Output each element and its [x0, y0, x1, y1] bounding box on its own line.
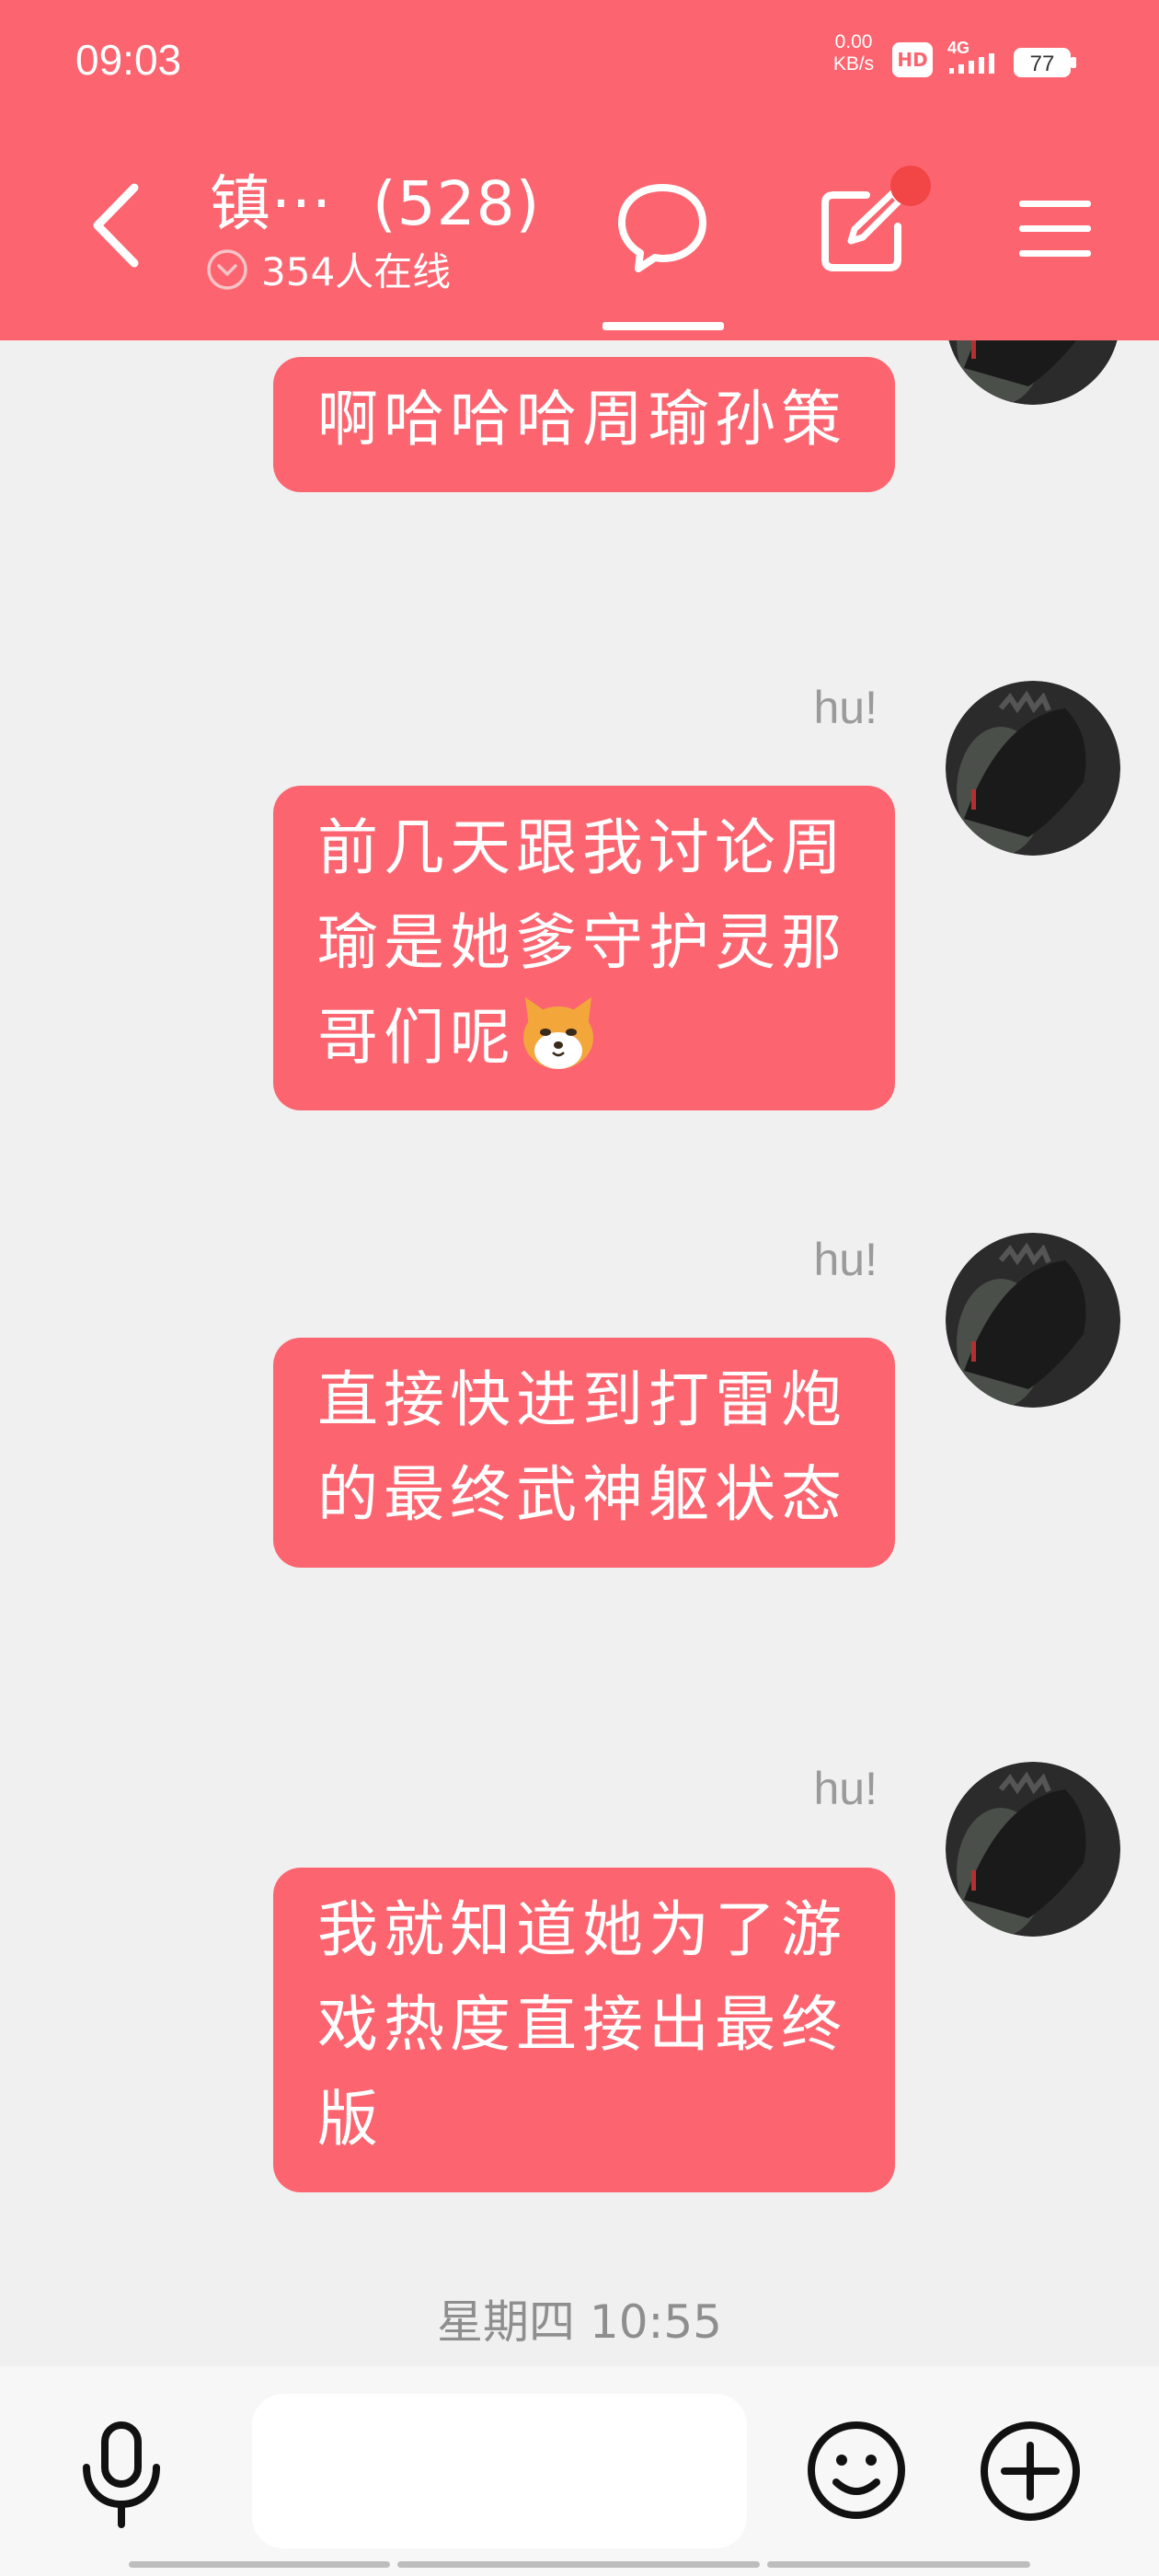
avatar[interactable]: [946, 1762, 1120, 1937]
smiley-icon: [808, 2421, 905, 2519]
message-text: 我就知道她为了游戏热度直接出最终版: [317, 1894, 847, 2155]
message-bubble[interactable]: 直接快进到打雷炮的最终武神躯状态: [273, 1338, 895, 1568]
notification-dot: [890, 166, 931, 206]
chat-tab-button[interactable]: [614, 180, 710, 276]
emoji-button[interactable]: [806, 2420, 907, 2521]
network-type: 4G: [947, 39, 970, 57]
hamburger-menu-icon: [1019, 201, 1091, 257]
battery-icon: 77: [1012, 46, 1078, 79]
sender-name: hu!: [813, 682, 878, 733]
nav-gesture-bar: [397, 2561, 760, 2568]
message-timestamp: 星期四 10:55: [437, 2295, 722, 2349]
avatar[interactable]: [946, 1233, 1120, 1408]
nav-gesture-bar: [129, 2561, 390, 2568]
avatar[interactable]: [946, 340, 1120, 405]
chat-bubble-icon: [618, 184, 706, 272]
sender-name: hu!: [813, 1234, 878, 1285]
shiba-dog-emoji: [516, 990, 601, 1075]
message-text: 直接快进到打雷炮的最终武神躯状态: [317, 1364, 847, 1530]
online-count: 354人在线: [261, 249, 452, 294]
online-count-row[interactable]: 354人在线: [206, 241, 451, 297]
chat-header: 09:03 0.00 KB/s HD 4G 77 镇··· (528) 354人…: [0, 0, 1159, 340]
message-list[interactable]: 啊哈哈哈周瑜孙策 hu! 前几天跟我讨论周瑜是她爹守护灵那哥们呢 hu! 直接快…: [0, 340, 1159, 2364]
network-speed-unit: KB/s: [832, 53, 875, 75]
nav-gesture-bar: [767, 2561, 1030, 2568]
hd-badge: HD: [892, 42, 933, 77]
active-tab-indicator: [602, 322, 724, 330]
network-speed: 0.00 KB/s: [828, 31, 879, 75]
avatar[interactable]: [946, 681, 1120, 856]
message-bubble[interactable]: 前几天跟我讨论周瑜是她爹守护灵那哥们呢: [273, 786, 895, 1110]
chevron-left-icon: [93, 183, 139, 268]
plus-circle-icon: [981, 2421, 1080, 2521]
more-button[interactable]: [979, 2420, 1082, 2523]
sender-name: hu!: [813, 1763, 878, 1814]
status-time: 09:03: [75, 36, 182, 84]
voice-button[interactable]: [75, 2420, 167, 2530]
chevron-down-circle-icon: [207, 248, 247, 290]
network-speed-value: 0.00: [834, 31, 873, 52]
message-text: 啊哈哈哈周瑜孙策: [317, 384, 847, 454]
back-button[interactable]: [85, 175, 149, 276]
battery-level: 77: [1030, 52, 1055, 76]
chat-title[interactable]: 镇··· (528): [210, 155, 540, 243]
message-input[interactable]: [252, 2394, 747, 2548]
message-bubble[interactable]: 啊哈哈哈周瑜孙策: [273, 357, 895, 492]
microphone-icon: [83, 2421, 160, 2528]
message-bubble[interactable]: 我就知道她为了游戏热度直接出最终版: [273, 1868, 895, 2192]
menu-button[interactable]: [1016, 195, 1095, 263]
signal-icon: 4G: [947, 39, 1001, 79]
